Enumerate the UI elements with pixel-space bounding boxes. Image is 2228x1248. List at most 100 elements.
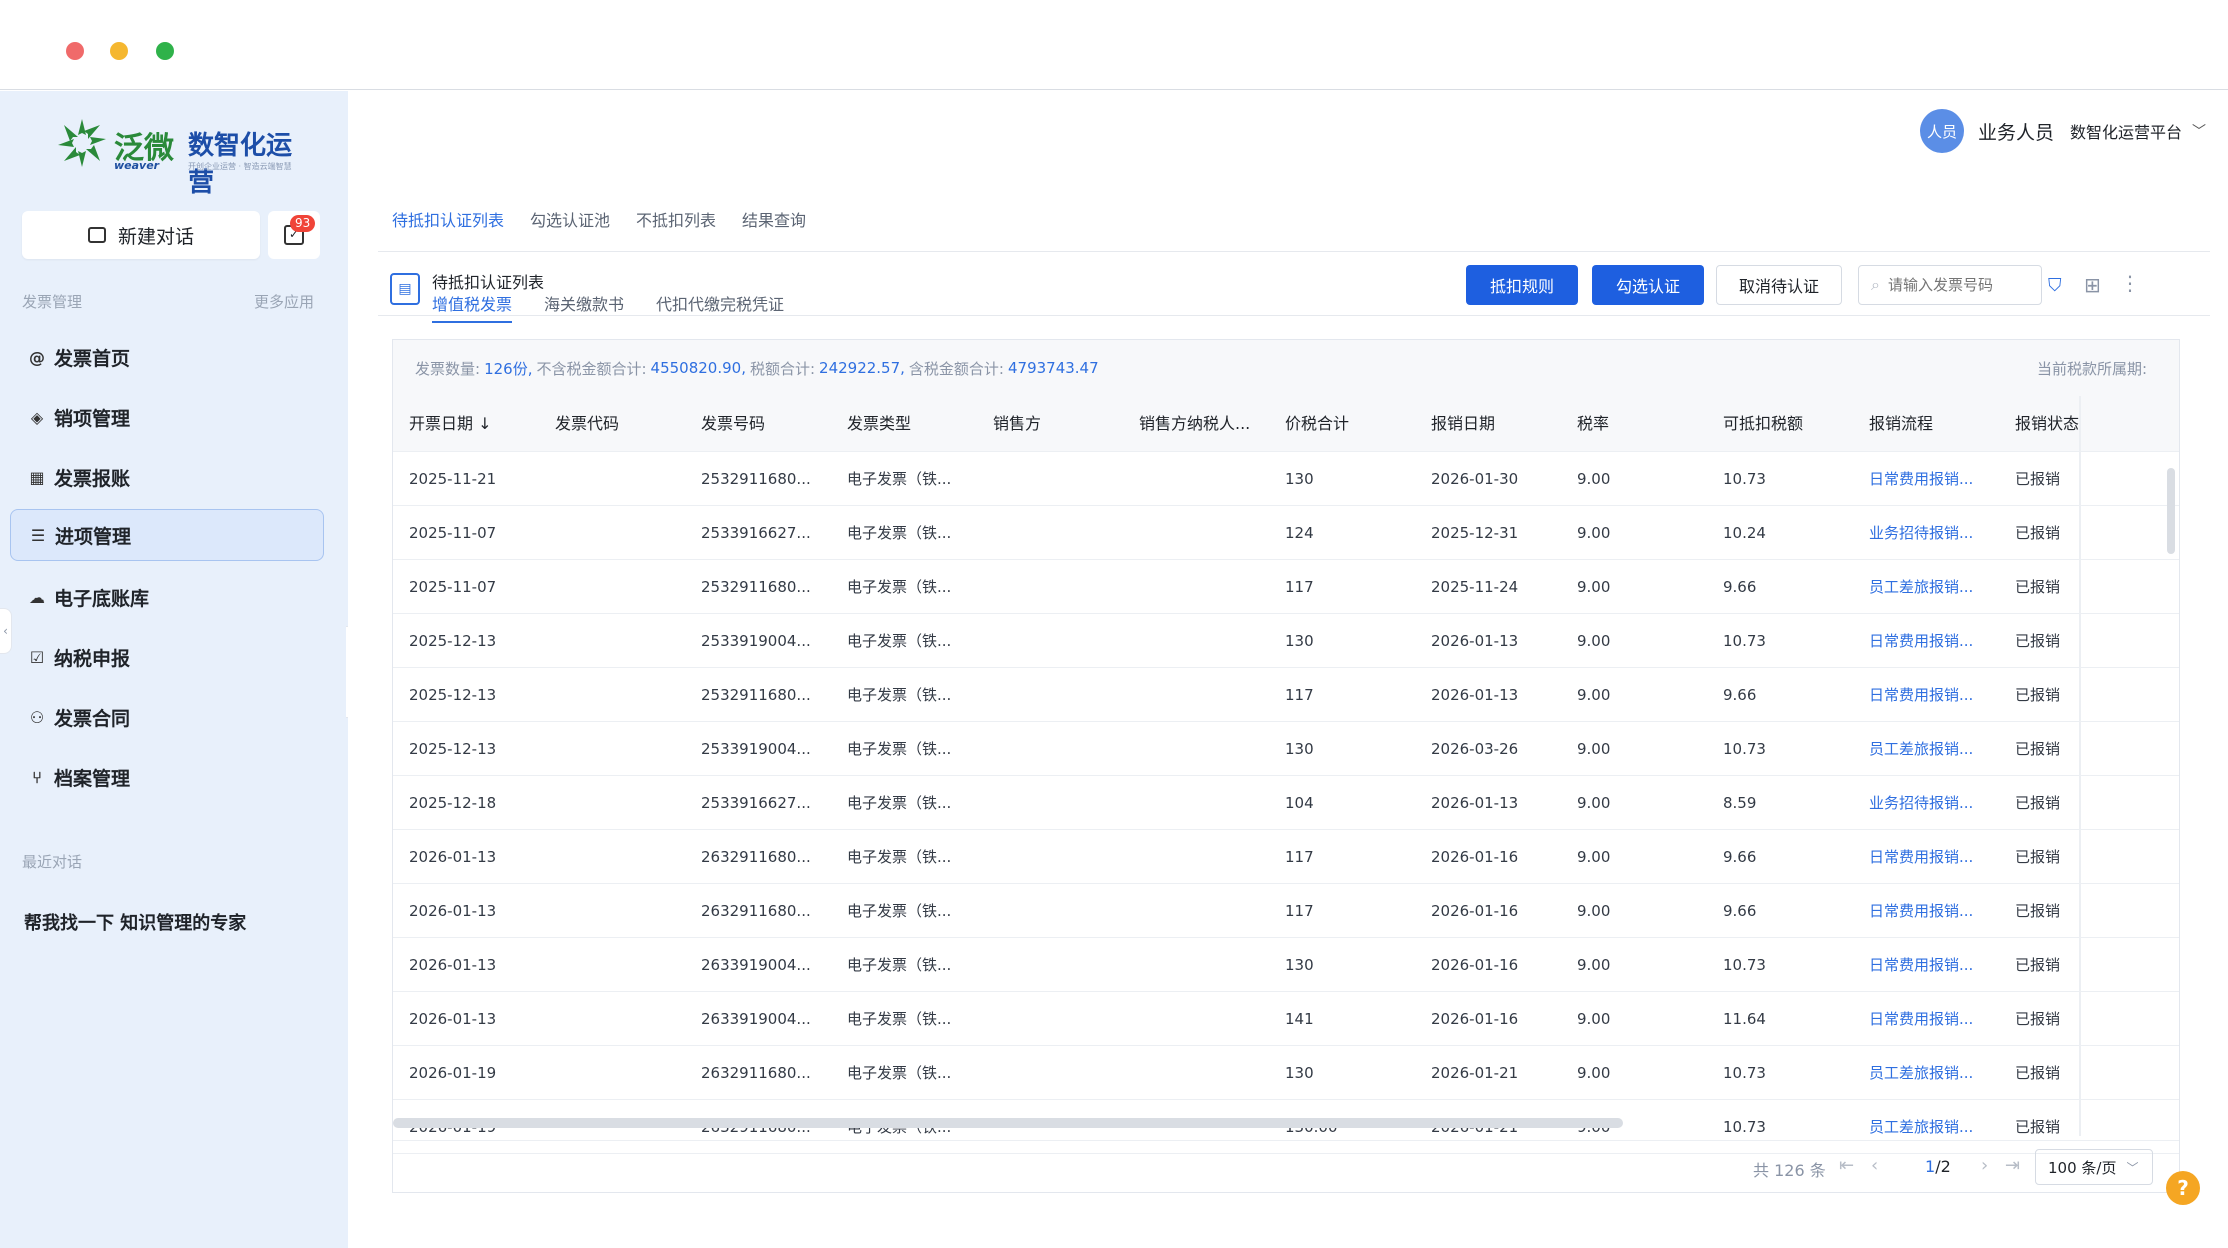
process-link[interactable]: 员工差旅报销... [1869,722,1999,776]
table-row[interactable]: 2025-11-21 2532911680... 电子发票（铁... 130 2026-… [393,452,2179,506]
table-cell: 9.00 [1577,578,1611,596]
table-row[interactable]: 2025-12-13 2532911680... 电子发票（铁... 117 2026-… [393,668,2179,722]
table-cell: 2025-12-13 [409,632,497,650]
taxed-value: 4793743.47 [1007,359,1099,377]
more-apps-link[interactable]: 更多应用 [254,291,314,312]
table-cell [993,776,1133,830]
table-cell: 9.00 [1577,956,1611,974]
fork-icon: ⑂ [32,767,42,787]
more-options-icon[interactable]: ⋮ [2120,271,2140,295]
expand-panel-tab[interactable]: ‹ [0,608,12,654]
table-cell [555,560,695,614]
table-cell [1139,452,1279,506]
sidebar-item-archive[interactable]: ⑂ 档案管理 [10,751,324,803]
tab-customs-payment[interactable]: 海关缴款书 [544,291,624,323]
layout-icon[interactable]: ⊞ [2084,273,2101,297]
table-row[interactable]: 2025-11-07 2533916627... 电子发票（铁... 124 2025-… [393,506,2179,560]
table-row[interactable]: 2025-11-07 2532911680... 电子发票（铁... 117 2025-… [393,560,2179,614]
table-row[interactable]: 2026-01-13 2632911680... 电子发票（铁... 117 2026-… [393,830,2179,884]
tab-selection-pool[interactable]: 勾选认证池 [530,207,610,231]
filter-icon[interactable]: ⛉ [2048,275,2062,296]
table-cell: 130 [1285,740,1314,758]
table-row[interactable]: 2025-12-13 2533919004... 电子发票（铁... 130 2026-… [393,614,2179,668]
first-page-icon[interactable]: ⇤ [1839,1155,1854,1176]
logo-sub: weaver [114,159,160,172]
column-header: 报销日期 [1431,414,1496,433]
sidebar-item-label: 电子底账库 [54,587,150,610]
sidebar-item-sales[interactable]: ◈ 销项管理 [10,391,324,443]
tab-result-query[interactable]: 结果查询 [742,207,806,231]
table-cell: 2026-01-13 [409,848,497,866]
select-certify-button[interactable]: 勾选认证 [1592,265,1704,305]
untaxed-label: 不含税金额合计: [536,359,647,378]
sidebar-item-reimbursement[interactable]: ▦ 发票报账 [10,451,324,503]
table-row[interactable]: 2025-12-18 2533916627... 电子发票（铁... 104 2026-… [393,776,2179,830]
column-header: 价税合计 [1285,414,1350,433]
process-link[interactable]: 日常费用报销... [1869,452,1999,506]
table-cell: 141 [1285,1010,1314,1028]
table-cell: 9.00 [1577,524,1611,542]
process-link[interactable]: 日常费用报销... [1869,992,1999,1046]
horizontal-scrollbar[interactable] [393,1118,1623,1128]
table-row[interactable]: 2026-01-13 2633919004... 电子发票（铁... 130 2026-… [393,938,2179,992]
table-cell: 2025-11-24 [1431,578,1519,596]
table-cell [993,938,1133,992]
tab-withholding-voucher[interactable]: 代扣代缴完税凭证 [656,291,784,323]
chat-icon [87,227,106,243]
help-button[interactable]: ? [2166,1171,2200,1205]
sidebar-item-tax[interactable]: ☑ 纳税申报 [10,631,324,683]
sidebar-item-invoice-home[interactable]: @ 发票首页 [10,331,324,383]
page-size-select[interactable]: 100 条/页 ﹀ [2035,1149,2153,1185]
tax-label: 税额合计: [749,359,816,378]
last-page-icon[interactable]: ⇥ [2005,1155,2020,1176]
table-cell: 2533919004... [701,740,811,758]
table-cell: 已报销 [2015,902,2061,920]
sidebar-item-label: 发票首页 [54,347,131,370]
table-row[interactable]: 2026-01-13 2632911680... 电子发票（铁... 117 2026-… [393,884,2179,938]
table-cell: 电子发票（铁... [847,794,952,812]
process-link[interactable]: 员工差旅报销... [1869,560,1999,614]
table-cell: 2026-01-19 [409,1064,497,1082]
maximize-window-button[interactable] [156,42,174,60]
sidebar-item-label: 发票合同 [54,707,131,730]
table-cell: 已报销 [2015,956,2061,974]
table-cell: 2025-11-07 [409,578,497,596]
process-link[interactable]: 日常费用报销... [1869,884,1999,938]
table-cell: 已报销 [2015,632,2061,650]
prev-page-icon[interactable]: ‹ [1871,1155,1878,1176]
tab-non-deductible[interactable]: 不抵扣列表 [636,207,716,231]
process-link[interactable]: 日常费用报销... [1869,614,1999,668]
people-icon: ⚇ [29,707,45,727]
process-link[interactable]: 业务招待报销... [1869,506,1999,560]
sidebar-item-input[interactable]: ☰ 进项管理 [10,509,324,561]
next-page-icon[interactable]: › [1981,1155,1988,1176]
minimize-window-button[interactable] [110,42,128,60]
cancel-pending-button[interactable]: 取消待认证 [1716,265,1842,305]
table-cell: 已报销 [2015,524,2061,542]
new-chat-button[interactable]: 新建对话 [22,211,260,259]
column-header[interactable]: 开票日期 ↓ [409,396,549,452]
table-cell: 2025-12-18 [409,794,497,812]
current-page: 1 [1925,1157,1936,1176]
process-link[interactable]: 日常费用报销... [1869,830,1999,884]
sidebar-item-ledger[interactable]: ☁ 电子底账库 [10,571,324,623]
process-link[interactable]: 业务招待报销... [1869,776,1999,830]
process-link[interactable]: 日常费用报销... [1869,668,1999,722]
table-cell: 2025-11-07 [409,524,497,542]
tab-vat-invoice[interactable]: 增值税发票 [432,291,513,323]
process-link[interactable]: 日常费用报销... [1869,938,1999,992]
close-window-button[interactable] [66,42,84,60]
tab-pending-list[interactable]: 待抵扣认证列表 [392,207,504,231]
table-row[interactable]: 2026-01-19 2632911680... 电子发票（铁... 130 2026-… [393,1046,2179,1100]
table-row[interactable]: 2025-12-13 2533919004... 电子发票（铁... 130 2026-… [393,722,2179,776]
table-row[interactable]: 2026-01-13 2633919004... 电子发票（铁... 141 2026-… [393,992,2179,1046]
deduction-rules-button[interactable]: 抵扣规则 [1466,265,1578,305]
user-menu[interactable]: 人员 业务人员 数智化运营平台 ﹀ [1919,109,2206,153]
recent-chat-item[interactable]: 帮我找一下 知识管理的专家 [24,909,246,935]
search-input[interactable] [1887,276,2028,294]
table-cell: 2632911680... [701,902,811,920]
process-link[interactable]: 员工差旅报销... [1869,1046,1999,1100]
sidebar-item-contract[interactable]: ⚇ 发票合同 [10,691,324,743]
vertical-scrollbar[interactable] [2167,468,2175,554]
section-label: 发票管理 [22,293,83,311]
